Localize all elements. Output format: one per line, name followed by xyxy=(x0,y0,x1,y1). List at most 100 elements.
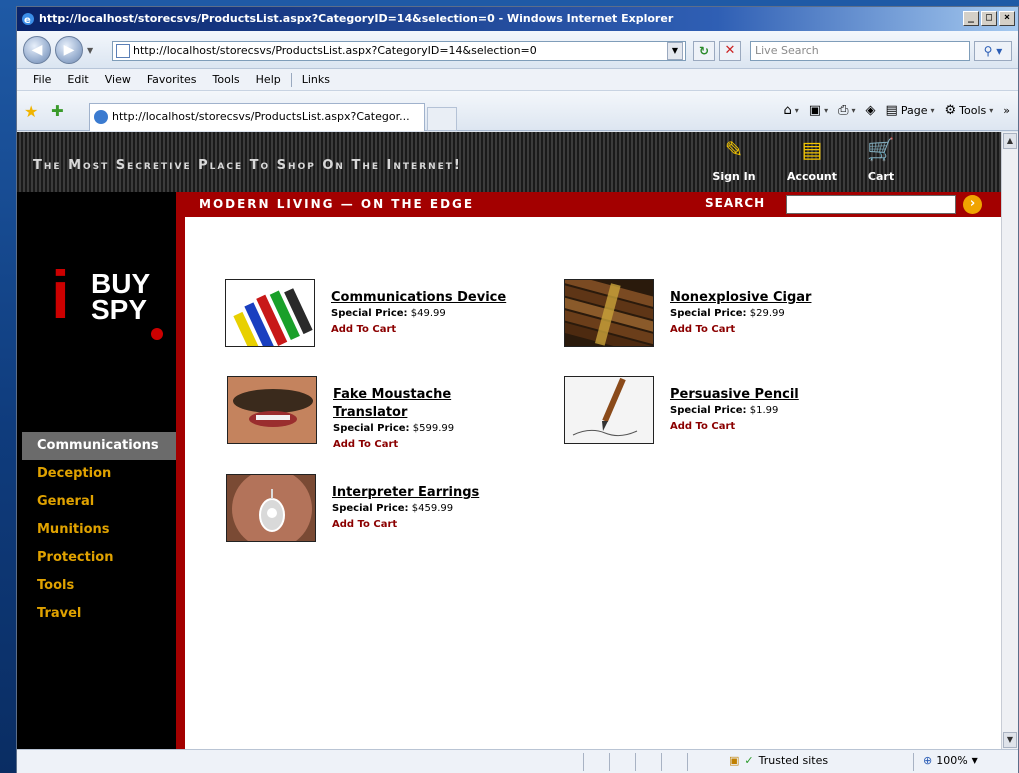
menu-separator xyxy=(290,72,292,87)
minimize-button[interactable]: _ xyxy=(963,11,979,26)
zoom-control[interactable]: ⊕ 100% ▼ xyxy=(923,754,978,767)
product-image-cigars[interactable] xyxy=(564,279,654,347)
status-bar: ▣ ✓ Trusted sites ⊕ 100% ▼ xyxy=(17,749,1018,773)
sign-in-icon: ✎ xyxy=(724,138,744,163)
category-list: Communications Deception General Munitio… xyxy=(22,432,176,628)
category-communications[interactable]: Communications xyxy=(22,432,176,460)
address-bar[interactable]: http://localhost/storecsvs/ProductsList.… xyxy=(112,41,686,61)
security-zone[interactable]: ▣ ✓ Trusted sites xyxy=(729,754,828,767)
add-to-cart-link[interactable]: Add To Cart xyxy=(331,321,531,339)
stop-button[interactable]: ✕ xyxy=(719,41,741,61)
page-icon xyxy=(116,44,130,58)
category-tools[interactable]: Tools xyxy=(22,572,176,600)
product-image-crayons[interactable] xyxy=(225,279,315,347)
category-general[interactable]: General xyxy=(22,488,176,516)
lock-warning-icon: ▣ xyxy=(729,754,740,767)
add-to-cart-link[interactable]: Add To Cart xyxy=(670,321,870,339)
tab-current[interactable]: http://localhost/storecsvs/ProductsList.… xyxy=(89,103,425,131)
status-cell xyxy=(687,753,713,771)
forward-button[interactable]: ▶ xyxy=(55,36,83,64)
product-price: Special Price: $599.99 xyxy=(333,422,483,436)
site-tagline: The Most Secretive Place To Shop On The … xyxy=(33,158,462,173)
recent-pages-dropdown-icon[interactable]: ▼ xyxy=(87,46,93,55)
live-search-input[interactable]: Live Search xyxy=(750,41,970,61)
logo-dot xyxy=(151,328,163,340)
page-menu[interactable]: ▤ Page ▾ xyxy=(886,103,935,118)
chevron-more-icon[interactable]: » xyxy=(1003,104,1010,117)
product-name-link[interactable]: Communications Device xyxy=(331,289,531,307)
price-label: Special Price: xyxy=(670,405,747,416)
product-image-pencil[interactable] xyxy=(564,376,654,444)
favorites-bar: ★ ✚ http://localhost/storecsvs/ProductsL… xyxy=(17,91,1018,131)
page-viewport: The Most Secretive Place To Shop On The … xyxy=(17,132,1001,749)
price-label: Special Price: xyxy=(331,308,408,319)
favorites-star-icon[interactable]: ★ xyxy=(24,102,38,121)
add-to-cart-link[interactable]: Add To Cart xyxy=(332,516,532,534)
price-label: Special Price: xyxy=(670,308,747,319)
new-tab-button[interactable] xyxy=(427,107,457,131)
feeds-button[interactable]: ▣ ▾ xyxy=(809,103,828,118)
ie-icon: e xyxy=(22,13,34,26)
search-go-arrow-icon[interactable]: › xyxy=(963,195,982,214)
product-price: Special Price: $29.99 xyxy=(670,307,870,321)
menu-favorites[interactable]: Favorites xyxy=(139,73,205,86)
add-favorites-icon[interactable]: ✚ xyxy=(51,102,64,120)
search-icon[interactable]: ⚲ ▾ xyxy=(974,41,1012,61)
status-cell xyxy=(635,753,661,771)
vertical-scrollbar[interactable]: ▲ ▼ xyxy=(1001,132,1018,749)
close-button[interactable]: × xyxy=(999,11,1015,26)
address-dropdown-icon[interactable]: ▼ xyxy=(667,42,683,60)
page-menu-icon: ▤ xyxy=(885,103,898,118)
cart-icon: 🛒 xyxy=(867,138,895,163)
menu-file[interactable]: File xyxy=(25,73,59,86)
refresh-button[interactable]: ↻ xyxy=(693,41,715,61)
product-name-link[interactable]: Persuasive Pencil xyxy=(670,386,870,404)
site-search-input[interactable] xyxy=(786,195,956,214)
scroll-down-icon[interactable]: ▼ xyxy=(1003,732,1017,748)
svg-text:e: e xyxy=(24,15,31,26)
tools-menu[interactable]: ⚙ Tools ▾ xyxy=(944,103,993,118)
menu-links[interactable]: Links xyxy=(294,73,338,86)
account-link[interactable]: ▤ Account xyxy=(779,136,845,183)
category-munitions[interactable]: Munitions xyxy=(22,516,176,544)
ibuyspy-logo[interactable]: i BUY SPY xyxy=(51,252,163,342)
add-to-cart-link[interactable]: Add To Cart xyxy=(333,436,483,454)
left-navigation: i BUY SPY Communications Deception Gener… xyxy=(17,192,185,749)
zoom-icon: ⊕ xyxy=(923,754,933,767)
product-info: Nonexplosive Cigar Special Price: $29.99… xyxy=(670,289,870,339)
product-price: Special Price: $459.99 xyxy=(332,502,532,516)
price-value: $599.99 xyxy=(412,423,455,434)
red-banner: MODERN LIVING — ON THE EDGE SEARCH › xyxy=(185,192,1001,217)
print-icon: ⎙ xyxy=(838,103,849,118)
back-button[interactable]: ◀ xyxy=(23,36,51,64)
menu-view[interactable]: View xyxy=(97,73,139,86)
cart-label: Cart xyxy=(867,170,895,183)
product-name-link[interactable]: Nonexplosive Cigar xyxy=(670,289,870,307)
product-info: Fake Moustache Translator Special Price:… xyxy=(333,386,483,454)
product-image-earring[interactable] xyxy=(226,474,316,542)
menu-edit[interactable]: Edit xyxy=(59,73,96,86)
product-name-link[interactable]: Fake Moustache Translator xyxy=(333,386,483,422)
scroll-up-icon[interactable]: ▲ xyxy=(1003,133,1017,149)
banner-subtitle: MODERN LIVING — ON THE EDGE xyxy=(199,197,475,211)
tab-ie-icon xyxy=(94,110,108,124)
category-deception[interactable]: Deception xyxy=(22,460,176,488)
search-placeholder: Live Search xyxy=(755,44,819,57)
product-name-link[interactable]: Interpreter Earrings xyxy=(332,484,532,502)
home-button[interactable]: ⌂ ▾ xyxy=(784,103,799,118)
add-to-cart-link[interactable]: Add To Cart xyxy=(670,418,870,436)
research-button[interactable]: ◈ xyxy=(866,103,876,118)
print-button[interactable]: ⎙ ▾ xyxy=(838,103,855,118)
category-protection[interactable]: Protection xyxy=(22,544,176,572)
sign-in-link[interactable]: ✎ Sign In xyxy=(705,136,763,183)
category-travel[interactable]: Travel xyxy=(22,600,176,628)
product-price: Special Price: $49.99 xyxy=(331,307,531,321)
cart-link[interactable]: 🛒 Cart xyxy=(859,136,903,183)
product-image-moustache[interactable] xyxy=(227,376,317,444)
menu-help[interactable]: Help xyxy=(248,73,289,86)
window-title: http://localhost/storecsvs/ProductsList.… xyxy=(39,12,674,25)
window-controls: _ □ × xyxy=(963,11,1015,26)
price-value: $1.99 xyxy=(749,405,779,416)
menu-tools[interactable]: Tools xyxy=(205,73,248,86)
maximize-button[interactable]: □ xyxy=(981,11,997,26)
